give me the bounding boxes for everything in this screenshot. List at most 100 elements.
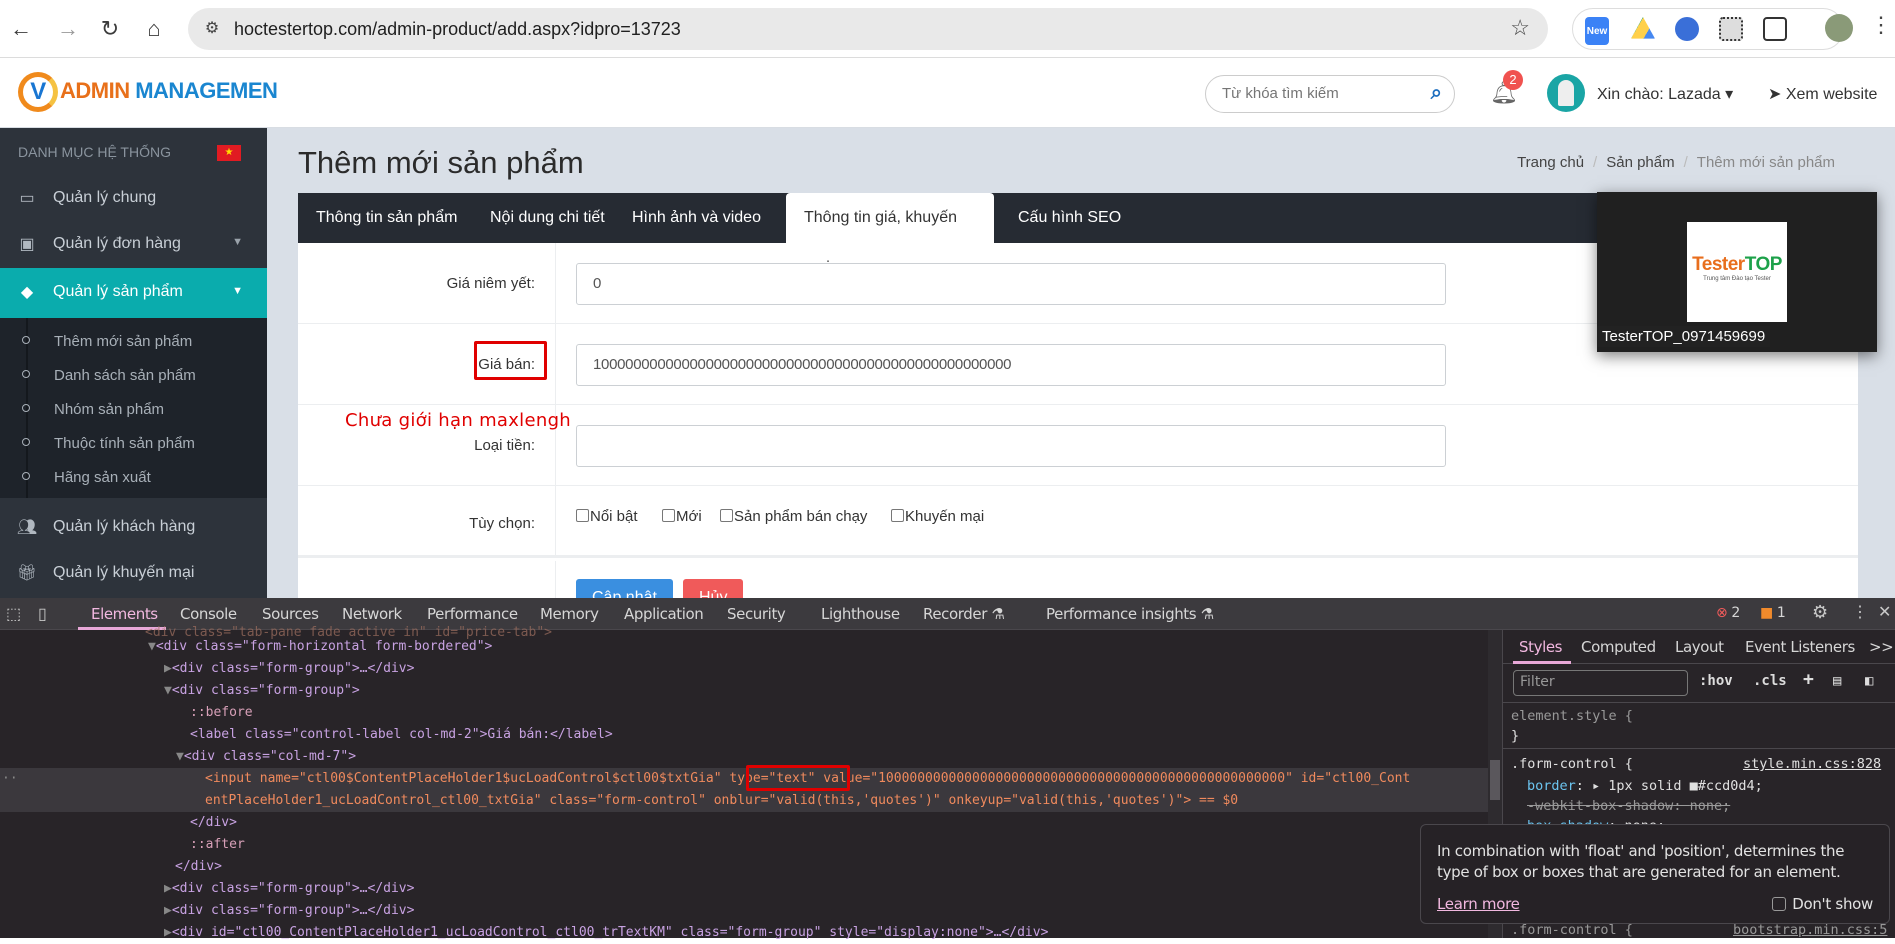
currency-input[interactable] — [576, 425, 1446, 467]
reload-icon[interactable]: ↻ — [97, 16, 123, 42]
profile-avatar[interactable] — [1825, 14, 1853, 42]
video-call-overlay[interactable]: TesterTOP Trung tâm Đào tạo Tester Teste… — [1597, 192, 1877, 352]
extension-new-icon[interactable]: New — [1585, 17, 1609, 45]
sidebar-item-promotions[interactable]: 🎁︎ Quản lý khuyến mại — [0, 551, 267, 597]
logo[interactable]: V ADMIN MANAGEMEN — [18, 72, 278, 112]
menu-kebab-icon[interactable]: ⋮ — [1870, 12, 1892, 38]
dont-show-checkbox[interactable]: Don't show — [1772, 895, 1873, 913]
collapse-triangle-icon[interactable]: ▶ — [164, 661, 172, 676]
extension-broom-icon[interactable] — [1675, 17, 1699, 41]
sidebar-item-products[interactable]: ◆ Quản lý sản phẩm ▼ — [0, 268, 267, 318]
url-text[interactable]: hoctestertop.com/admin-product/add.aspx?… — [234, 19, 681, 40]
expand-triangle-icon[interactable]: ▼ — [164, 683, 172, 698]
devtools-tab-security[interactable]: Security — [727, 605, 786, 623]
collapse-triangle-icon[interactable]: ▶ — [164, 903, 172, 918]
submenu-item-product-attributes[interactable]: Thuộc tính sản phẩm — [0, 428, 267, 462]
list-price-input[interactable]: 0 — [576, 263, 1446, 305]
dom-line[interactable]: ::before — [190, 702, 1678, 724]
bootstrap-source-link[interactable]: bootstrap.min.css:5 — [1733, 922, 1887, 938]
styles-tab-layout[interactable]: Layout — [1675, 638, 1724, 656]
checkbox[interactable] — [720, 509, 733, 522]
submenu-item-manufacturer[interactable]: Hãng sản xuất — [0, 462, 267, 496]
site-settings-icon[interactable]: ⚙ — [200, 17, 224, 41]
view-website-link[interactable]: ➤ Xem website — [1768, 84, 1877, 104]
toggle-sidebar-icon[interactable]: ◧ — [1865, 673, 1873, 689]
option-new[interactable]: Mới — [662, 508, 702, 525]
style-source-link[interactable]: style.min.css:828 — [1743, 756, 1881, 772]
qr-code-icon[interactable] — [1719, 17, 1743, 41]
sale-price-input[interactable]: 1000000000000000000000000000000000000000… — [576, 344, 1446, 386]
checkbox[interactable] — [662, 509, 675, 522]
cls-toggle[interactable]: .cls — [1753, 673, 1787, 689]
collapse-triangle-icon[interactable]: ▶ — [164, 881, 172, 896]
submenu-item-product-list[interactable]: Danh sách sản phẩm — [0, 360, 267, 394]
paint-roller-icon[interactable]: ▤ — [1833, 673, 1841, 689]
sidebar-item-orders[interactable]: ▣ Quản lý đơn hàng ▼ — [0, 222, 267, 268]
checkbox[interactable] — [576, 509, 589, 522]
submenu-item-product-group[interactable]: Nhóm sản phẩm — [0, 394, 267, 428]
dom-line-selected[interactable]: <input name="ctl00$ContentPlaceHolder1$u… — [0, 768, 1488, 790]
breadcrumb-home[interactable]: Trang chủ — [1517, 154, 1584, 171]
search-icon[interactable]: ⌕ — [1431, 82, 1442, 105]
checkbox[interactable] — [1772, 897, 1787, 911]
tab-price-promotion[interactable]: Thông tin giá, khuyến mại — [786, 193, 994, 276]
styles-filter-input[interactable]: Filter — [1513, 670, 1688, 696]
option-bestseller[interactable]: Sản phẩm bán chạy — [720, 508, 867, 525]
styles-tab-styles[interactable]: Styles — [1519, 638, 1562, 656]
submenu-item-add-product[interactable]: Thêm mới sản phẩm — [0, 326, 267, 360]
devtools-tab-console[interactable]: Console — [180, 605, 237, 623]
option-promotion[interactable]: Khuyến mại — [891, 508, 984, 525]
home-icon[interactable]: ⌂ — [141, 16, 167, 42]
device-toolbar-icon[interactable]: ▯ — [38, 604, 47, 624]
next-rule-selector[interactable]: .form-control { — [1511, 922, 1633, 938]
option-featured[interactable]: Nổi bật — [576, 508, 638, 525]
error-count[interactable]: ⊗ 2 — [1716, 605, 1740, 621]
css-prop-border[interactable]: border: ▸ 1px solid ■#ccd0d4; — [1527, 778, 1763, 794]
devtools-menu-icon[interactable]: ⋮ — [1852, 602, 1868, 622]
warning-count[interactable]: ■ 1 — [1760, 605, 1786, 621]
extensions-puzzle-icon[interactable] — [1763, 17, 1787, 41]
scrollbar-thumb[interactable] — [1490, 760, 1500, 800]
dom-line[interactable]: ▼<div class="col-md-7"> — [176, 746, 1664, 768]
devtools-tab-network[interactable]: Network — [342, 605, 402, 623]
form-control-selector[interactable]: .form-control { — [1511, 756, 1633, 772]
google-drive-icon[interactable] — [1631, 17, 1655, 39]
learn-more-link[interactable]: Learn more — [1437, 895, 1520, 913]
dom-line[interactable]: ▶<div id="ctl00_ContentPlaceHolder1_ucLo… — [164, 922, 1652, 944]
styles-tab-computed[interactable]: Computed — [1581, 638, 1656, 656]
dom-line[interactable]: ▼<div class="form-group"> — [164, 680, 1652, 702]
sidebar-item-general[interactable]: ▭ Quản lý chung — [0, 176, 267, 222]
user-avatar[interactable] — [1547, 74, 1585, 112]
vietnam-flag-icon[interactable]: ★ — [217, 145, 241, 161]
hov-toggle[interactable]: :hov — [1699, 673, 1733, 689]
devtools-tab-application[interactable]: Application — [624, 605, 704, 623]
checkbox[interactable] — [891, 509, 904, 522]
search-input[interactable] — [1222, 85, 1412, 102]
dom-line[interactable]: ▶<div class="form-group">…</div> — [164, 658, 1652, 680]
breadcrumb-products[interactable]: Sản phẩm — [1606, 154, 1674, 171]
tab-images-video[interactable]: Hình ảnh và video — [614, 193, 779, 243]
expand-triangle-icon[interactable]: ▼ — [148, 639, 156, 654]
tab-seo-config[interactable]: Cấu hình SEO — [1000, 193, 1139, 243]
bookmark-star-icon[interactable]: ☆ — [1510, 15, 1530, 41]
dom-line[interactable]: ▼<div class="form-horizontal form-border… — [148, 636, 1636, 658]
devtools-tab-performance-insights[interactable]: Performance insights ⚗ — [1046, 605, 1214, 623]
devtools-tab-elements[interactable]: Elements — [91, 605, 158, 623]
new-rule-icon[interactable]: + — [1803, 669, 1814, 690]
devtools-tab-sources[interactable]: Sources — [262, 605, 319, 623]
settings-gear-icon[interactable]: ⚙ — [1812, 602, 1828, 623]
tab-detail-content[interactable]: Nội dung chi tiết — [472, 193, 623, 243]
devtools-tab-performance[interactable]: Performance — [427, 605, 518, 623]
devtools-tab-memory[interactable]: Memory — [540, 605, 599, 623]
user-menu[interactable]: Xin chào: Lazada ▾ — [1597, 84, 1733, 104]
back-icon[interactable]: ← — [8, 16, 34, 42]
forward-icon[interactable]: → — [55, 16, 81, 42]
css-prop-webkit-box-shadow[interactable]: -webkit-box-shadow: none; — [1527, 798, 1730, 814]
tab-product-info[interactable]: Thông tin sản phẩm — [298, 193, 475, 243]
element-style-rule[interactable]: element.style { — [1511, 708, 1633, 724]
close-devtools-icon[interactable]: ✕ — [1878, 602, 1891, 622]
address-bar[interactable]: ⚙ hoctestertop.com/admin-product/add.asp… — [188, 8, 1548, 50]
expand-triangle-icon[interactable]: ▼ — [176, 749, 184, 764]
inspect-element-icon[interactable]: ⬚ — [6, 604, 21, 624]
devtools-tab-recorder[interactable]: Recorder ⚗ — [923, 605, 1005, 623]
